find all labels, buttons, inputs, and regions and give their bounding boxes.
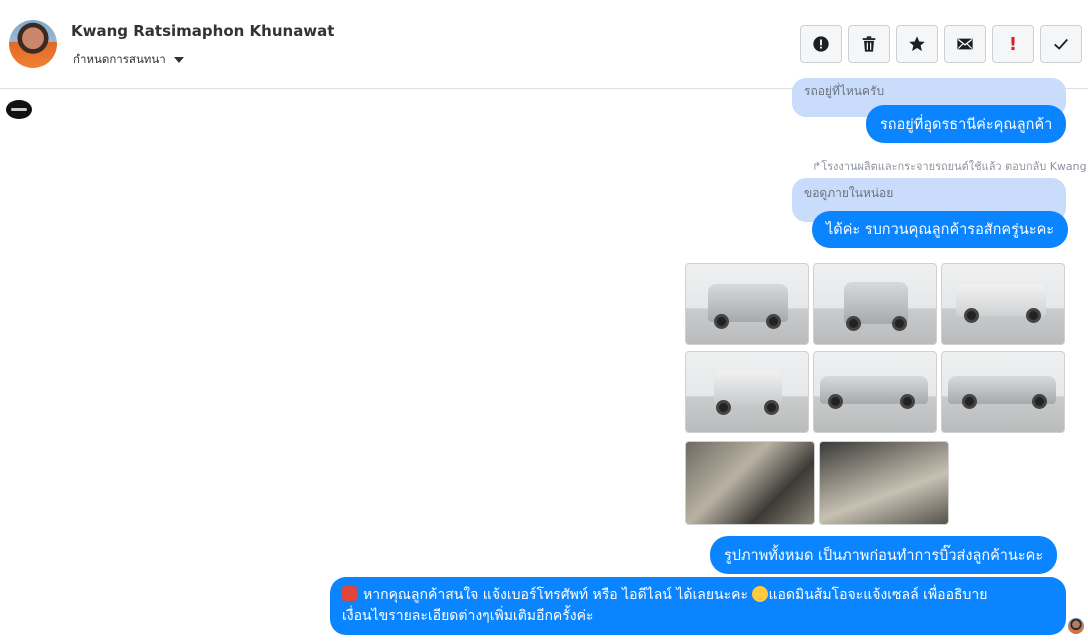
message-text: หากคุณลูกค้าสนใจ แจ้งเบอร์โทรศัพท์ หรือ …	[363, 587, 748, 603]
photo-thumbnail[interactable]	[685, 263, 809, 345]
label-select-text: กำหนดการสนทนา	[73, 52, 166, 66]
smiling-face-icon	[752, 586, 769, 602]
message-text: รถอยู่ที่อุดรธานีค่ะคุณลูกค้า	[880, 116, 1053, 133]
photo-thumbnail[interactable]	[941, 351, 1065, 433]
telephone-icon	[342, 586, 357, 601]
message-bubble[interactable]: รูปภาพทั้งหมด เป็นภาพก่อนทำการบิ๊วส่งลูก…	[710, 536, 1058, 574]
spam-icon	[813, 36, 829, 52]
reply-attribution: ↱โรงงานผลิตและกระจายรถยนต์ใช้แล้ว ตอบกลั…	[812, 160, 1087, 173]
conversation-toolbar: !	[800, 25, 1082, 63]
delete-button[interactable]	[848, 25, 890, 63]
quoted-message-text: ขอดูภายในหน่อย	[804, 186, 894, 200]
photo-thumbnail[interactable]	[813, 351, 937, 433]
message-line: เงื่อนไขรายละเอียดต่างๆเพิ่มเติมอีกครั้ง…	[342, 608, 594, 624]
photo-thumbnail[interactable]	[685, 351, 809, 433]
check-icon	[1054, 38, 1068, 50]
photo-thumbnail[interactable]	[813, 263, 937, 345]
mail-icon	[957, 38, 973, 50]
message-bubble[interactable]: หากคุณลูกค้าสนใจ แจ้งเบอร์โทรศัพท์ หรือ …	[330, 577, 1066, 635]
message-line: หากคุณลูกค้าสนใจ แจ้งเบอร์โทรศัพท์ หรือ …	[342, 585, 1054, 606]
message-text: รูปภาพทั้งหมด เป็นภาพก่อนทำการบิ๊วส่งลูก…	[724, 547, 1044, 564]
mark-spam-button[interactable]	[800, 25, 842, 63]
quoted-message-text: รถอยู่ที่ไหนครับ	[804, 84, 885, 98]
conversation-label-dropdown[interactable]: กำหนดการสนทนา	[73, 51, 184, 69]
message-text: แอดมินส้มโอจะแจ้งเซลล์ เพื่ออธิบาย	[768, 587, 988, 603]
mark-unread-button[interactable]	[944, 25, 986, 63]
photo-thumbnail[interactable]	[819, 441, 949, 525]
contact-avatar[interactable]	[9, 20, 57, 68]
star-button[interactable]	[896, 25, 938, 63]
message-bubble[interactable]: รถอยู่ที่อุดรธานีค่ะคุณลูกค้า	[866, 105, 1067, 143]
conversation-header: Kwang Ratsimaphon Khunawat กำหนดการสนทนา…	[0, 0, 1088, 89]
mark-important-button[interactable]: !	[992, 25, 1034, 63]
sender-avatar	[1068, 618, 1084, 634]
important-icon: !	[1008, 33, 1018, 55]
page-logo-avatar	[6, 100, 32, 119]
trash-icon	[862, 36, 876, 52]
star-icon	[909, 36, 925, 52]
photo-thumbnail[interactable]	[685, 441, 815, 525]
contact-name[interactable]: Kwang Ratsimaphon Khunawat	[71, 22, 334, 40]
message-text: ได้ค่ะ รบกวนคุณลูกค้ารอสักครู่นะคะ	[826, 222, 1055, 238]
message-bubble[interactable]: ได้ค่ะ รบกวนคุณลูกค้ารอสักครู่นะคะ	[812, 211, 1069, 248]
photo-thumbnail[interactable]	[941, 263, 1065, 345]
mark-done-button[interactable]	[1040, 25, 1082, 63]
chevron-down-icon	[173, 57, 184, 63]
